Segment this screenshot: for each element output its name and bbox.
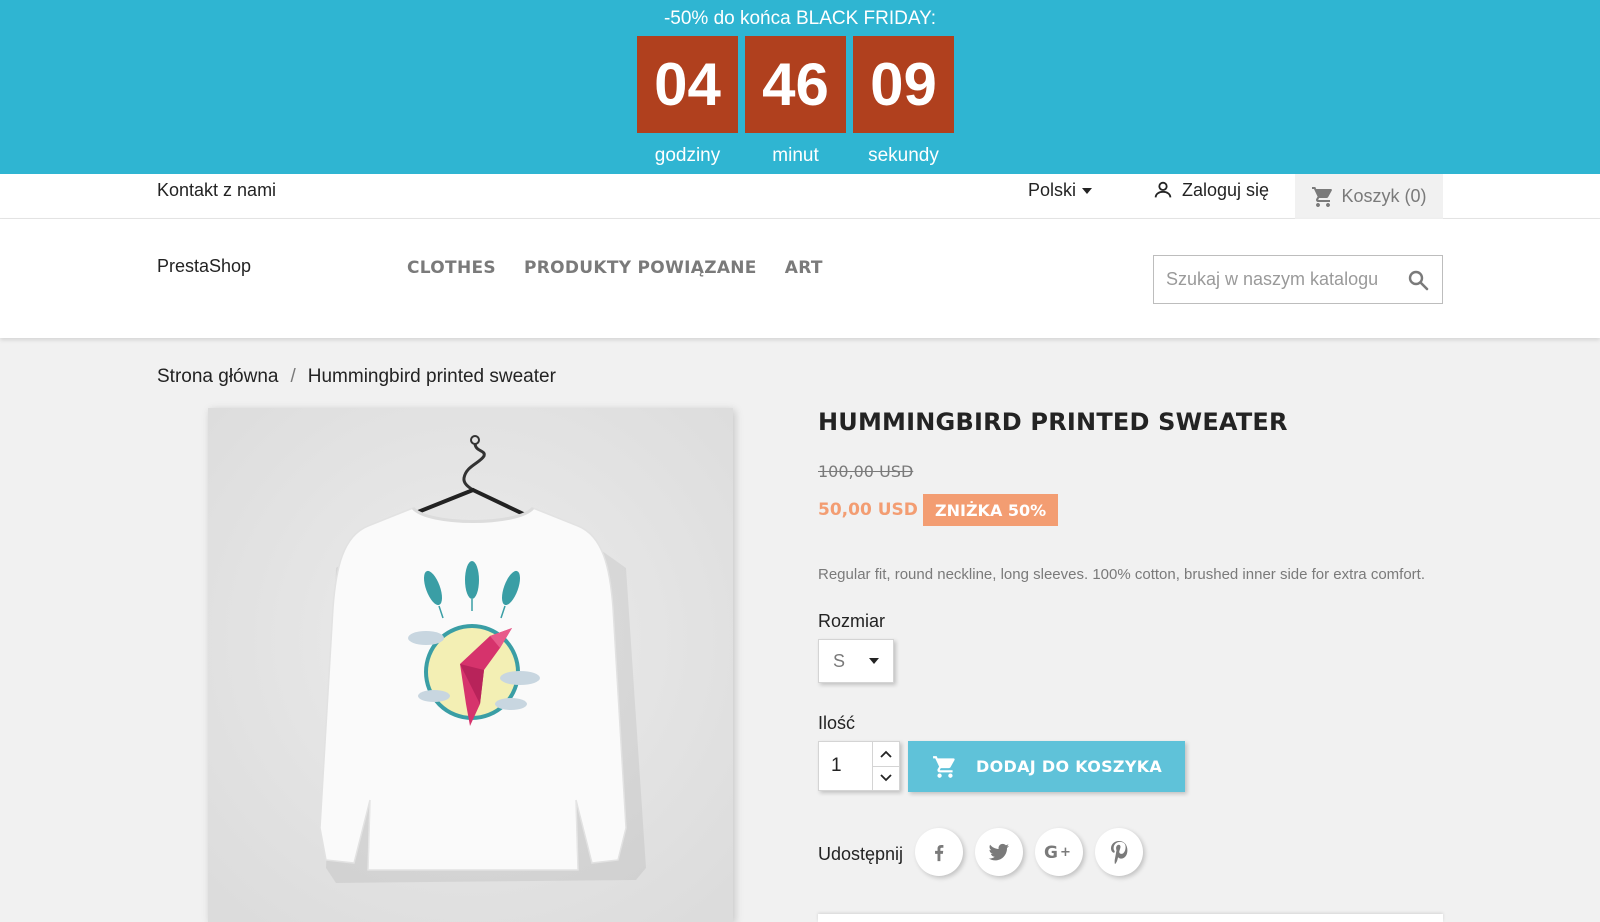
facebook-share-button[interactable] <box>915 828 963 876</box>
breadcrumb-home[interactable]: Strona główna <box>157 366 278 388</box>
breadcrumb: Strona główna / Hummingbird printed swea… <box>157 366 556 388</box>
current-price: 50,00 USD <box>818 500 918 520</box>
quantity-buttons <box>873 742 899 790</box>
search-icon[interactable] <box>1406 268 1430 297</box>
menu-item-art[interactable]: ART <box>785 258 823 278</box>
quantity-input[interactable]: 1 <box>819 742 874 790</box>
size-select[interactable]: S <box>818 639 894 683</box>
cart-label: Koszyk (0) <box>1341 186 1427 206</box>
countdown-minutes-value: 46 <box>745 36 846 133</box>
add-to-cart-button[interactable]: DODAJ DO KOSZYKA <box>908 741 1185 792</box>
top-nav: Kontakt z nami Polski Zaloguj się Koszyk… <box>0 174 1600 219</box>
countdown-timer: 04 godziny 46 minut 09 sekundy <box>637 36 954 167</box>
countdown-seconds-label: sekundy <box>868 145 939 166</box>
language-selector[interactable]: Polski <box>1028 180 1093 201</box>
chevron-up-icon <box>880 750 892 758</box>
chevron-down-icon <box>869 658 879 664</box>
quantity-label: Ilość <box>818 713 856 733</box>
pinterest-icon <box>1111 841 1128 865</box>
user-icon <box>1154 181 1172 198</box>
countdown-minutes: 46 minut <box>745 36 846 167</box>
size-value: S <box>833 650 846 671</box>
product-description: Regular fit, round neckline, long sleeve… <box>818 566 1425 583</box>
quantity-stepper: 1 <box>818 741 900 791</box>
svg-text:G: G <box>1044 843 1058 863</box>
google-plus-share-button[interactable]: G + <box>1035 828 1083 876</box>
search-box <box>1153 255 1443 304</box>
menu-item-clothes[interactable]: CLOTHES <box>407 258 496 278</box>
size-label: Rozmiar <box>818 611 886 631</box>
regular-price: 100,00 USD <box>818 462 914 481</box>
menu-item-related-products[interactable]: PRODUKTY POWIĄZANE <box>524 258 757 278</box>
google-plus-icon: G + <box>1044 843 1071 863</box>
promo-title: -50% do końca BLACK FRIDAY: <box>663 8 937 29</box>
pinterest-share-button[interactable] <box>1095 828 1143 876</box>
share-label: Udostępnij <box>818 844 904 864</box>
chevron-down-icon <box>1082 187 1093 194</box>
quantity-increase-button[interactable] <box>873 742 899 767</box>
countdown-seconds: 09 sekundy <box>853 36 954 167</box>
product-image[interactable] <box>208 408 733 922</box>
product-title: HUMMINGBIRD PRINTED SWEATER <box>818 408 1288 436</box>
breadcrumb-current[interactable]: Hummingbird printed sweater <box>308 366 556 388</box>
countdown-hours-value: 04 <box>637 36 738 133</box>
cart-icon <box>933 755 955 778</box>
countdown-hours-label: godziny <box>654 145 721 166</box>
countdown-hours: 04 godziny <box>637 36 738 167</box>
countdown-minutes-label: minut <box>772 145 819 166</box>
logo[interactable]: PrestaShop <box>157 256 251 277</box>
login-label: Zaloguj się <box>1182 179 1270 200</box>
discount-badge: ZNIŻKA 50% <box>923 494 1059 526</box>
search-input[interactable] <box>1166 269 1402 290</box>
language-label: Polski <box>1028 180 1077 200</box>
twitter-share-button[interactable] <box>975 828 1023 876</box>
contact-link[interactable]: Kontakt z nami <box>157 180 276 201</box>
login-link[interactable]: Zaloguj się <box>1152 179 1269 201</box>
breadcrumb-separator: / <box>290 366 296 387</box>
cart-button[interactable]: Koszyk (0) <box>1295 174 1443 219</box>
svg-text:+: + <box>1060 845 1071 860</box>
countdown-seconds-value: 09 <box>853 36 954 133</box>
site-header: PrestaShop CLOTHES PRODUKTY POWIĄZANE AR… <box>0 219 1600 338</box>
twitter-icon <box>988 843 1009 861</box>
sweater-illustration <box>208 408 733 922</box>
main-menu: CLOTHES PRODUKTY POWIĄZANE ART <box>407 258 823 278</box>
add-to-cart-label: DODAJ DO KOSZYKA <box>976 757 1163 776</box>
product-tabs <box>818 914 1443 922</box>
promo-banner: -50% do końca BLACK FRIDAY: 04 godziny 4… <box>0 0 1600 174</box>
cart-icon <box>1312 186 1333 207</box>
facebook-icon <box>935 844 944 862</box>
quantity-decrease-button[interactable] <box>873 767 899 791</box>
chevron-down-icon <box>880 774 892 782</box>
